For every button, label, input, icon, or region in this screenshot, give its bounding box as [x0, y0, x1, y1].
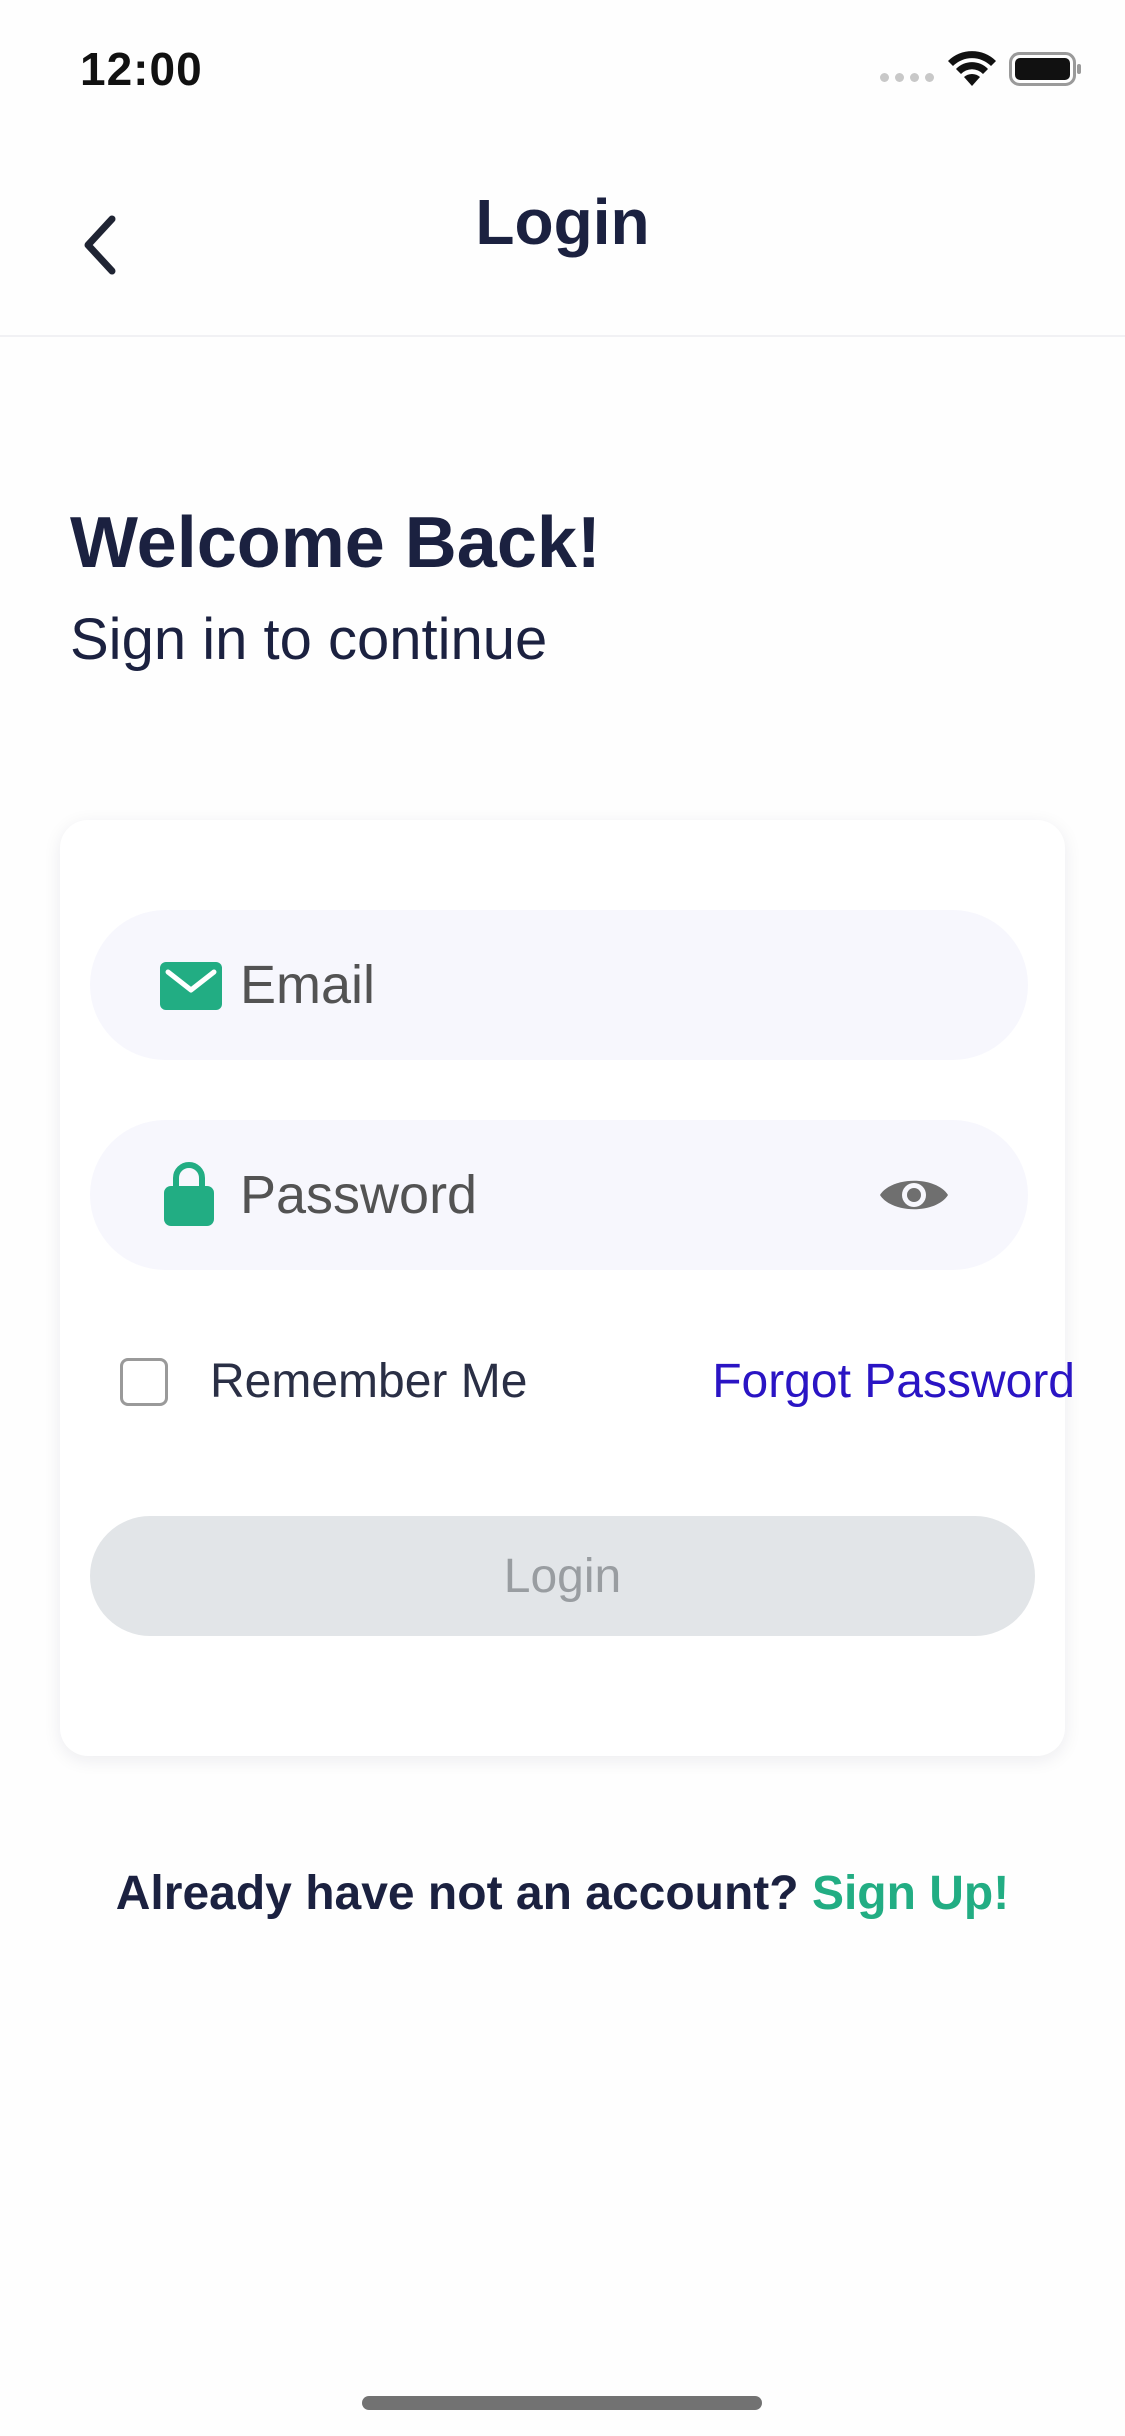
lock-icon — [164, 1162, 214, 1226]
login-screen: 12:00 Login Welcome Back! Sign in to con… — [0, 0, 1125, 2436]
signup-prompt: Already have not an account? Sign Up! — [0, 1866, 1125, 1921]
password-input[interactable] — [240, 1120, 940, 1270]
nav-bar: Login — [0, 135, 1125, 337]
welcome-subtitle: Sign in to continue — [70, 607, 548, 672]
remember-label[interactable]: Remember Me — [210, 1354, 527, 1409]
signup-link[interactable]: Sign Up! — [812, 1867, 1009, 1920]
status-bar: 12:00 — [0, 0, 1125, 135]
wifi-icon — [948, 51, 996, 86]
email-input[interactable] — [240, 910, 940, 1060]
login-card: Remember Me Forgot Password Login — [60, 820, 1075, 1756]
remember-row: Remember Me Forgot Password — [120, 1350, 1075, 1420]
remember-checkbox[interactable] — [120, 1358, 168, 1406]
cellular-dots-icon — [880, 73, 936, 83]
welcome-title: Welcome Back! — [70, 503, 601, 583]
home-indicator — [362, 2396, 762, 2410]
battery-full-icon — [1009, 52, 1081, 86]
page-title: Login — [475, 186, 650, 258]
email-field[interactable] — [90, 910, 1028, 1060]
login-button[interactable]: Login — [90, 1516, 1035, 1636]
eye-icon[interactable] — [878, 1170, 950, 1220]
password-field[interactable] — [90, 1120, 1028, 1270]
status-time: 12:00 — [80, 43, 203, 95]
forgot-password-link[interactable]: Forgot Password — [712, 1354, 1075, 1409]
signup-prompt-text: Already have not an account? — [115, 1867, 799, 1920]
envelope-icon — [160, 962, 222, 1010]
